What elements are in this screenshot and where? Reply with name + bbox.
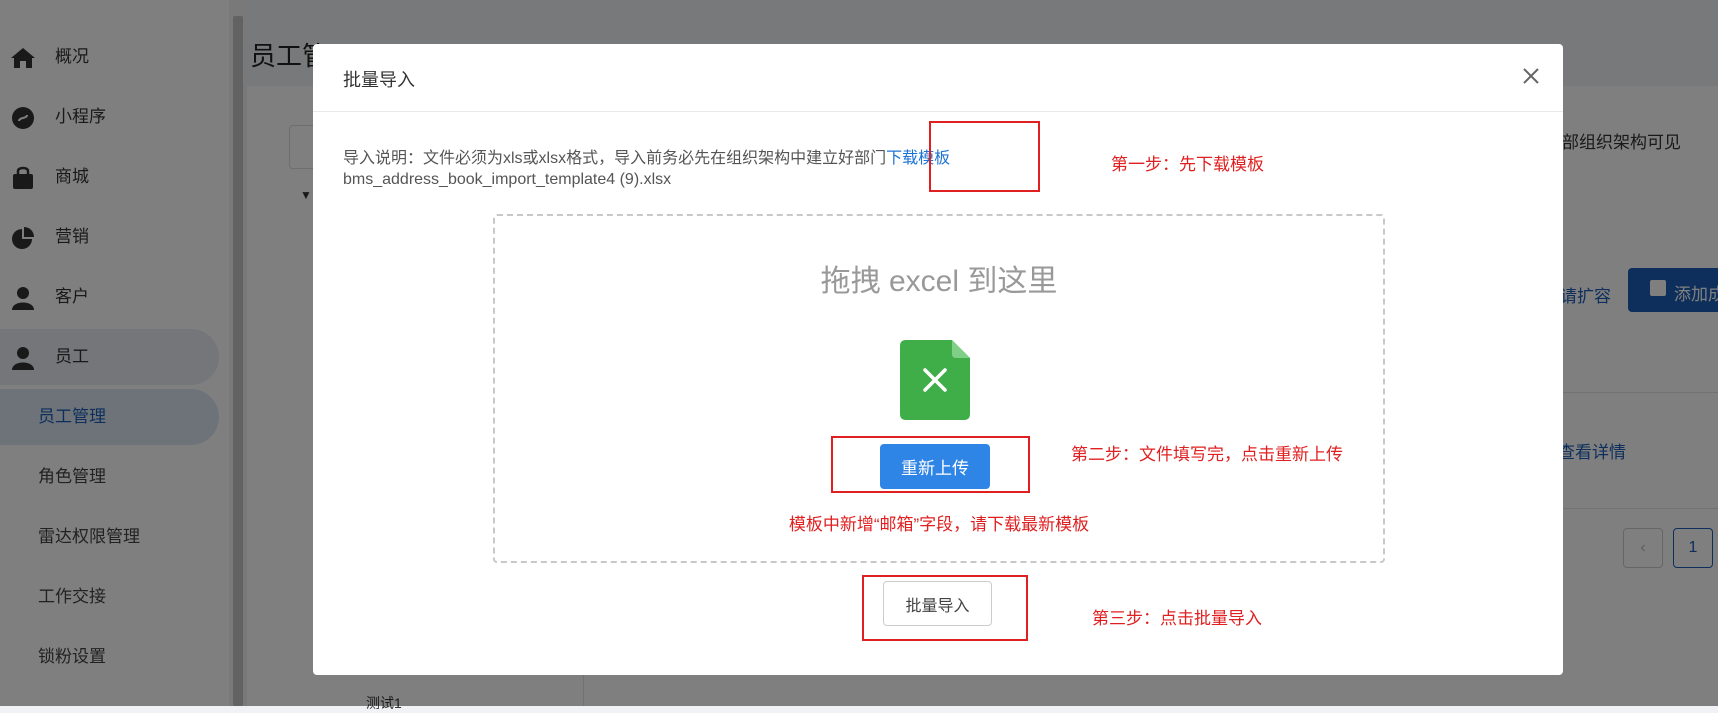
- annotation-box-download: [929, 121, 1040, 192]
- import-instructions: 导入说明：文件必须为xls或xlsx格式，导入前务必先在组织架构中建立好部门下载…: [343, 144, 950, 168]
- annotation-step3: 第三步：点击批量导入: [1092, 609, 1262, 629]
- annotation-step1: 第一步：先下载模板: [1111, 155, 1264, 175]
- annotation-box-reupload: [831, 436, 1030, 493]
- annotation-step2: 第二步：文件填写完，点击重新上传: [1071, 445, 1343, 465]
- excel-file-icon: [900, 340, 970, 420]
- dropzone-title: 拖拽 excel 到这里: [820, 265, 1058, 298]
- dialog-header: 批量导入: [313, 44, 1563, 112]
- excel-dropzone[interactable]: 拖拽 excel 到这里 重新上传 模板中新增“邮箱”字段，请下载最新模板: [493, 214, 1385, 563]
- dialog-title: 批量导入: [343, 70, 415, 90]
- close-icon[interactable]: [1519, 64, 1543, 88]
- uploaded-filename: bms_address_book_import_template4 (9).xl…: [343, 171, 672, 188]
- annotation-box-import: [862, 575, 1028, 641]
- instructions-text: 导入说明：文件必须为xls或xlsx格式，导入前务必先在组织架构中建立好部门: [343, 150, 887, 167]
- template-update-notice: 模板中新增“邮箱”字段，请下载最新模板: [788, 515, 1090, 534]
